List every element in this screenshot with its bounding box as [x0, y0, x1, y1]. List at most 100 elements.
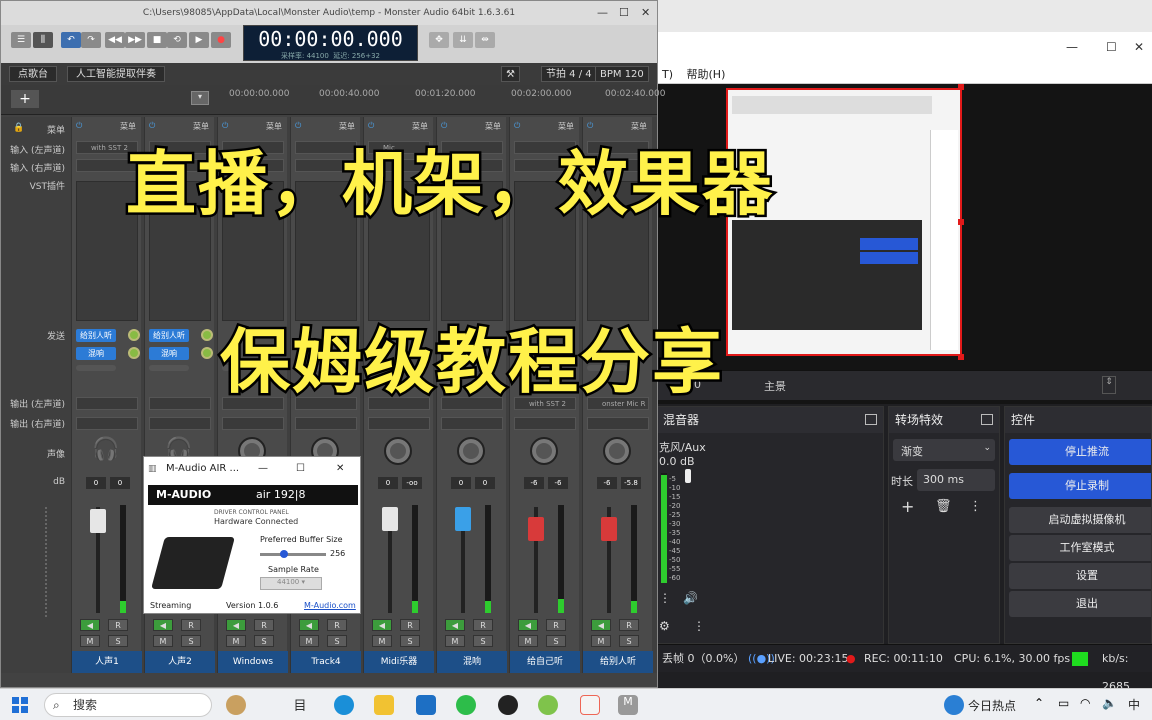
- record-arm-button[interactable]: R: [546, 619, 566, 631]
- beat-display[interactable]: 节拍 4 / 4: [541, 66, 597, 82]
- news-label[interactable]: 今日热点: [968, 697, 1016, 714]
- output-right-select[interactable]: [441, 417, 503, 430]
- mute-button[interactable]: M: [372, 635, 392, 647]
- add-transition-icon[interactable]: +: [901, 497, 914, 516]
- dock-icon[interactable]: [981, 414, 993, 425]
- duration-input[interactable]: 300 ms: [917, 469, 995, 491]
- metronome-icon[interactable]: ⚒: [501, 66, 520, 82]
- taskbar-search[interactable]: ⌕ 搜索: [44, 693, 212, 717]
- scene-spinner[interactable]: ⇕: [1102, 376, 1116, 394]
- settings-button[interactable]: 设置: [1009, 563, 1151, 589]
- solo-button[interactable]: S: [254, 635, 274, 647]
- strip-name[interactable]: 给别人听: [583, 651, 653, 673]
- redo-icon[interactable]: ↷: [81, 32, 101, 48]
- split-icon[interactable]: ⇊: [453, 32, 473, 48]
- output-right-select[interactable]: [587, 417, 649, 430]
- solo-button[interactable]: S: [619, 635, 639, 647]
- strip-name[interactable]: 人声2: [145, 651, 215, 673]
- solo-button[interactable]: S: [400, 635, 420, 647]
- merge-icon[interactable]: ⇹: [475, 32, 495, 48]
- monitor-button[interactable]: ◀: [372, 619, 392, 631]
- minimize-icon[interactable]: —: [1066, 40, 1078, 54]
- add-track-button[interactable]: +: [11, 90, 39, 108]
- transition-menu-icon[interactable]: ⋮: [969, 499, 982, 514]
- monitor-button[interactable]: ◀: [591, 619, 611, 631]
- stop-streaming-button[interactable]: 停止推流: [1009, 439, 1151, 465]
- mute-button[interactable]: M: [518, 635, 538, 647]
- frog-icon[interactable]: [538, 695, 558, 715]
- mute-button[interactable]: M: [445, 635, 465, 647]
- tab-song-station[interactable]: 点歌台: [9, 66, 57, 82]
- gear-icon[interactable]: ⚙: [659, 619, 670, 633]
- rewind-icon[interactable]: ◀◀: [105, 32, 125, 48]
- menu-item-tools[interactable]: T): [662, 68, 673, 81]
- task-view-icon[interactable]: 目: [290, 695, 310, 715]
- strip-name[interactable]: 混响: [437, 651, 507, 673]
- undo-icon[interactable]: ↶: [61, 32, 81, 48]
- virtual-camera-button[interactable]: 启动虚拟摄像机: [1009, 507, 1151, 533]
- close-icon[interactable]: ✕: [641, 1, 650, 25]
- pan-knob[interactable]: [603, 437, 631, 465]
- buffer-slider[interactable]: [260, 550, 326, 558]
- solo-button[interactable]: S: [181, 635, 201, 647]
- solo-button[interactable]: S: [546, 635, 566, 647]
- play-icon[interactable]: ▶: [189, 32, 209, 48]
- record-arm-button[interactable]: R: [327, 619, 347, 631]
- record-arm-button[interactable]: R: [619, 619, 639, 631]
- strip-name[interactable]: Midi乐器: [364, 651, 434, 673]
- volume-fader[interactable]: [528, 517, 544, 541]
- send-button[interactable]: 给别人听: [149, 329, 189, 342]
- pan-knob[interactable]: [457, 437, 485, 465]
- wifi-icon[interactable]: ◠: [1080, 696, 1090, 710]
- send-button[interactable]: 给别人听: [76, 329, 116, 342]
- send-slot[interactable]: [149, 365, 189, 371]
- output-right-select[interactable]: [514, 417, 576, 430]
- ime-indicator[interactable]: 中: [1128, 696, 1140, 713]
- strip-name[interactable]: Track4: [291, 651, 361, 673]
- mute-button[interactable]: M: [591, 635, 611, 647]
- send-level-knob[interactable]: [128, 329, 140, 341]
- pan-knob[interactable]: [384, 437, 412, 465]
- collapse-icon[interactable]: ▾: [191, 91, 209, 105]
- close-icon[interactable]: ✕: [1134, 40, 1144, 54]
- timeline-ruler[interactable]: + ▾ 00:00:00.000 00:00:40.000 00:01:20.0…: [1, 85, 665, 115]
- monitor-button[interactable]: ◀: [518, 619, 538, 631]
- strip-name[interactable]: Windows: [218, 651, 288, 673]
- speaker-icon[interactable]: 🔊: [683, 591, 698, 605]
- maximize-icon[interactable]: ☐: [296, 457, 305, 481]
- wechat-icon[interactable]: [456, 695, 476, 715]
- output-right-select[interactable]: [295, 417, 357, 430]
- output-right-select[interactable]: [76, 417, 138, 430]
- trash-icon[interactable]: 🗑: [935, 499, 952, 514]
- windows-start-icon[interactable]: [12, 697, 28, 713]
- store-icon[interactable]: [416, 695, 436, 715]
- strip-name[interactable]: 给自己听: [510, 651, 580, 673]
- solo-button[interactable]: S: [327, 635, 347, 647]
- studio-mode-button[interactable]: 工作室模式: [1009, 535, 1151, 561]
- output-right-select[interactable]: [368, 417, 430, 430]
- bpm-display[interactable]: BPM 120: [595, 66, 649, 82]
- edge-icon[interactable]: [334, 695, 354, 715]
- stop-icon[interactable]: ■: [147, 32, 167, 48]
- mixer-icon[interactable]: ⫼: [33, 32, 53, 48]
- record-arm-button[interactable]: R: [181, 619, 201, 631]
- monitor-button[interactable]: ◀: [153, 619, 173, 631]
- solo-button[interactable]: S: [473, 635, 493, 647]
- duck-icon[interactable]: [226, 695, 246, 715]
- pan-knob[interactable]: [530, 437, 558, 465]
- maximize-icon[interactable]: ☐: [1106, 40, 1117, 54]
- mute-button[interactable]: M: [80, 635, 100, 647]
- record-arm-button[interactable]: R: [400, 619, 420, 631]
- fast-forward-icon[interactable]: ▶▶: [125, 32, 145, 48]
- snap-icon[interactable]: ✥: [429, 32, 449, 48]
- resize-handle[interactable]: [958, 219, 964, 225]
- loop-icon[interactable]: ⟲: [167, 32, 187, 48]
- send-level-knob[interactable]: [128, 347, 140, 359]
- output-left-select[interactable]: [149, 397, 211, 410]
- sample-rate-select[interactable]: 44100 ▾: [260, 577, 322, 590]
- record-arm-button[interactable]: R: [254, 619, 274, 631]
- minimize-icon[interactable]: —: [258, 457, 268, 481]
- resize-handle[interactable]: [958, 84, 964, 90]
- send-slot[interactable]: [76, 365, 116, 371]
- volume-fader[interactable]: [382, 507, 398, 531]
